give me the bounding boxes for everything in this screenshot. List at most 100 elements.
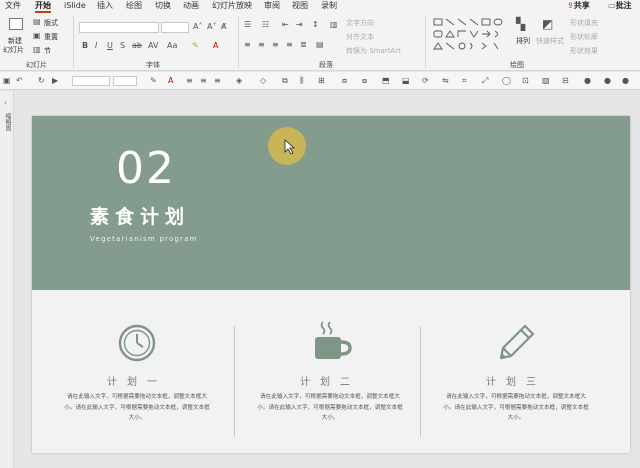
layout-button[interactable]: 版式: [44, 18, 58, 28]
qat-size-field[interactable]: [113, 76, 137, 86]
decrease-indent-icon[interactable]: ⇤: [282, 20, 289, 30]
underline-icon[interactable]: U: [107, 41, 113, 51]
shape-effects-button[interactable]: 形状效果: [570, 46, 598, 56]
comment-button[interactable]: ▭批注: [608, 0, 632, 12]
shape-outline-button[interactable]: 形状轮廓: [570, 32, 598, 42]
menu-file[interactable]: 文件: [5, 0, 21, 13]
align-left-qat-icon[interactable]: ≡: [186, 75, 193, 86]
undo-icon[interactable]: ↶: [16, 75, 23, 86]
share-label: 共享: [573, 1, 590, 10]
shapes-gallery-icon[interactable]: [432, 17, 504, 53]
thumbnail-pane[interactable]: › 缩略图: [0, 91, 14, 468]
share-button[interactable]: ⇪共享: [567, 0, 590, 12]
slideshow-icon[interactable]: ▶: [52, 75, 58, 86]
italic-icon[interactable]: I: [95, 41, 97, 51]
convert-smartart-button[interactable]: 转换为 SmartArt: [346, 46, 401, 56]
picture-qat-icon[interactable]: ▨: [542, 75, 550, 86]
new-slide-icon[interactable]: [9, 18, 23, 30]
new-slide-label-2[interactable]: 幻灯片: [3, 45, 24, 55]
justify-icon[interactable]: ≡: [286, 40, 293, 50]
comment-icon: ▭: [608, 1, 616, 10]
slide-title: 素食计划: [90, 206, 191, 228]
clear-format-icon[interactable]: A̸: [221, 22, 226, 32]
arrange-icon[interactable]: ▚: [516, 18, 525, 30]
shape-fill-button[interactable]: 形状填充: [570, 18, 598, 28]
char-spacing-icon[interactable]: AV: [148, 41, 158, 51]
shape-fill-qat-icon[interactable]: ◈: [236, 75, 242, 86]
font-color-qat-icon[interactable]: A: [168, 75, 173, 86]
bold-icon[interactable]: B: [82, 41, 88, 51]
redo-icon[interactable]: ↻: [38, 75, 45, 86]
save-icon[interactable]: ▣: [3, 75, 11, 86]
column-align-icon[interactable]: ▤: [316, 40, 324, 50]
bullets-icon[interactable]: ☰: [244, 20, 251, 30]
size-qat-icon[interactable]: ⤢: [482, 75, 488, 86]
format-painter-icon[interactable]: ✎: [150, 75, 157, 86]
distribute-icon[interactable]: ≣: [300, 40, 307, 50]
menu-home[interactable]: 开始: [35, 0, 51, 13]
numbering-icon[interactable]: ☷: [262, 20, 269, 30]
align-right-icon[interactable]: ≡: [272, 40, 279, 50]
align-objects-qat-icon[interactable]: ⊞: [318, 75, 325, 86]
table-qat-icon[interactable]: ⊟: [562, 75, 569, 86]
reset-button[interactable]: 重置: [44, 32, 58, 42]
menu-view[interactable]: 视图: [292, 0, 308, 13]
shadow-icon[interactable]: S: [120, 41, 125, 51]
text-direction-button[interactable]: 文字方向: [346, 18, 374, 28]
flip-qat-icon[interactable]: ⇋: [442, 75, 449, 86]
section-button[interactable]: 节: [44, 46, 51, 56]
comment-label: 批注: [615, 1, 632, 10]
columns-icon[interactable]: ▥: [330, 20, 338, 30]
align-center-icon[interactable]: ≡: [258, 40, 265, 50]
ribbon: 新建 幻灯片 ▤ 版式 ▣ 重置 ▥ 节 幻灯片 A˄ A˅ A̸ B I U …: [0, 13, 640, 71]
quick-styles-button[interactable]: 快速样式: [536, 36, 564, 46]
menu-draw[interactable]: 绘图: [126, 0, 142, 13]
shrink-font-icon[interactable]: A˅: [207, 22, 216, 32]
more-qat-icon-3[interactable]: ●: [622, 75, 629, 86]
crop-qat-icon[interactable]: ⌗: [462, 75, 467, 86]
align-right-qat-icon[interactable]: ≡: [214, 75, 221, 86]
menu-insert[interactable]: 插入: [97, 0, 113, 13]
text-box-qat-icon[interactable]: ⊡: [522, 75, 529, 86]
bring-front-qat-icon[interactable]: ⬒: [382, 75, 390, 86]
shape-qat-icon[interactable]: ◯: [502, 75, 511, 86]
column-divider: [420, 326, 421, 437]
menu-record[interactable]: 录制: [321, 0, 337, 13]
plan-title-3: 计划三: [486, 377, 546, 388]
menu-islide[interactable]: iSlide: [64, 0, 86, 13]
send-back-qat-icon[interactable]: ⬓: [402, 75, 410, 86]
rotate-qat-icon[interactable]: ⟳: [422, 75, 429, 86]
arrange-qat-icon[interactable]: ⧉: [282, 75, 288, 86]
highlight-icon[interactable]: ✎: [192, 41, 199, 51]
qat-font-field[interactable]: [72, 76, 110, 86]
font-color-icon[interactable]: A: [213, 41, 218, 51]
slide-header-band: 02 素食计划 Vegetarianism program: [32, 116, 630, 290]
menu-slideshow[interactable]: 幻灯片放映: [212, 0, 252, 13]
align-left-icon[interactable]: ≡: [244, 40, 251, 50]
more-qat-icon[interactable]: ●: [584, 75, 591, 86]
group-qat-icon[interactable]: ⧈: [342, 75, 347, 86]
ungroup-qat-icon[interactable]: ⧇: [362, 75, 367, 86]
menu-animations[interactable]: 动画: [183, 0, 199, 13]
line-spacing-icon[interactable]: ↕: [312, 20, 319, 30]
more-qat-icon-2[interactable]: ●: [604, 75, 611, 86]
change-case-icon[interactable]: Aa: [167, 41, 177, 51]
group-label-paragraph: 段落: [319, 61, 333, 69]
align-center-qat-icon[interactable]: ≡: [200, 75, 207, 86]
font-size-field[interactable]: [161, 22, 189, 33]
strikethrough-icon[interactable]: ab: [132, 41, 142, 51]
menu-review[interactable]: 审阅: [264, 0, 280, 13]
slide[interactable]: 02 素食计划 Vegetarianism program 计划一 请在此输入文…: [32, 116, 630, 453]
arrange-button[interactable]: 排列: [516, 36, 530, 46]
distribute-qat-icon[interactable]: ⫼: [300, 75, 304, 86]
grow-font-icon[interactable]: A˄: [193, 22, 202, 32]
align-text-button[interactable]: 对齐文本: [346, 32, 374, 42]
menu-transitions[interactable]: 切换: [155, 0, 171, 13]
expand-pane-icon[interactable]: ›: [4, 99, 7, 107]
menu-bar: 文件 开始 iSlide 插入 绘图 切换 动画 幻灯片放映 审阅 视图 录制 …: [0, 0, 640, 13]
font-name-field[interactable]: [79, 22, 159, 33]
increase-indent-icon[interactable]: ⇥: [296, 20, 303, 30]
section-icon: ▥: [33, 45, 41, 54]
quick-styles-icon[interactable]: ◩: [542, 18, 553, 30]
outline-qat-icon[interactable]: ◇: [260, 75, 266, 86]
